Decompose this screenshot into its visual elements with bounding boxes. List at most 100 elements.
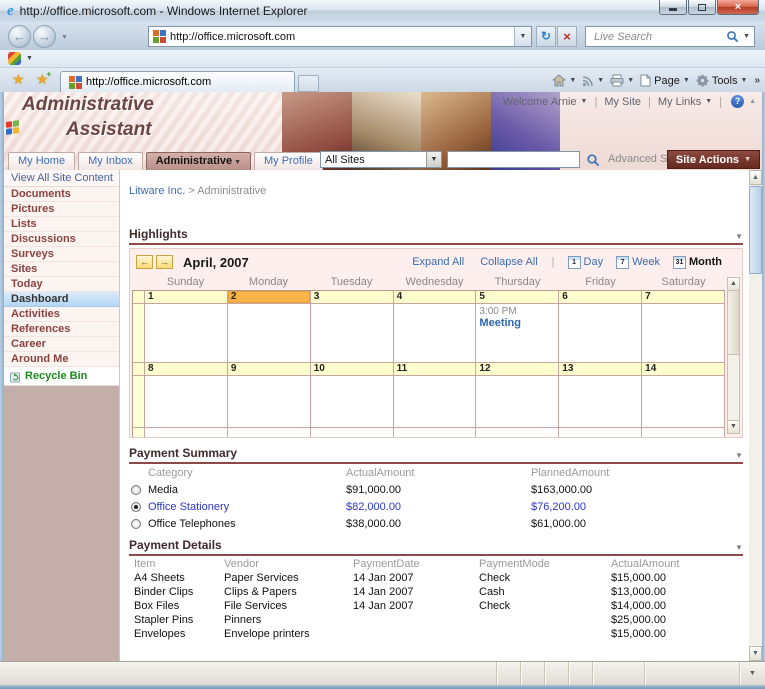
category-cell[interactable]: Office Stationery <box>148 501 346 513</box>
calendar-day-body-14[interactable] <box>642 376 725 428</box>
sidebar-item-around-me[interactable]: Around Me <box>4 352 119 367</box>
tab-administrative[interactable]: Administrative ▼ <box>146 152 251 170</box>
collapse-all-link[interactable]: Collapse All <box>480 256 537 268</box>
forward-button[interactable]: → <box>33 25 56 48</box>
calendar-day-12[interactable]: 12 <box>476 363 559 376</box>
tab-my-home[interactable]: My Home <box>8 152 75 170</box>
scope-dropdown-button[interactable]: ▼ <box>426 152 441 167</box>
help-icon[interactable]: ? <box>731 95 744 108</box>
site-actions-button[interactable]: Site Actions ▼ <box>667 150 760 169</box>
calendar-day-1[interactable]: 1 <box>145 291 228 304</box>
sidebar-item-documents[interactable]: Documents <box>4 187 119 202</box>
calendar-day-11[interactable]: 11 <box>394 363 477 376</box>
calendar-scrollbar-thumb[interactable] <box>728 291 739 355</box>
calendar-scrollbar[interactable]: ▲ ▼ <box>727 277 740 434</box>
sidebar-item-references[interactable]: References <box>4 322 119 337</box>
webpart-menu-icon[interactable]: ▼ <box>735 232 743 241</box>
calendar-day-body-3[interactable] <box>311 304 394 363</box>
my-links-menu[interactable]: My Links <box>658 96 701 108</box>
webpart-menu-icon[interactable]: ▼ <box>735 543 743 552</box>
calendar-day-body-5[interactable]: 3:00 PMMeeting <box>476 304 559 363</box>
home-dropdown[interactable]: ▼ <box>569 77 576 84</box>
sidebar-item-lists[interactable]: Lists <box>4 217 119 232</box>
site-search-box[interactable] <box>447 151 580 168</box>
refresh-button[interactable]: ↻ <box>536 26 556 47</box>
tools-menu-button[interactable]: Tools ▼ <box>693 71 751 91</box>
calendar-day-10[interactable]: 10 <box>311 363 394 376</box>
favorites-center-button[interactable]: ★ <box>12 71 25 88</box>
calendar-day-14[interactable]: 14 <box>642 363 725 376</box>
radio-media[interactable] <box>131 485 141 495</box>
calendar-day-body-10[interactable] <box>311 376 394 428</box>
calendar-day-2[interactable]: 2 <box>228 291 311 304</box>
live-search-box[interactable]: ▼ <box>585 26 755 47</box>
feeds-dropdown[interactable]: ▼ <box>597 77 604 84</box>
page-dropdown[interactable]: ▼ <box>683 77 690 84</box>
category-cell[interactable]: Media <box>148 484 346 496</box>
radio-office-stationery[interactable] <box>131 502 141 512</box>
my-site-link[interactable]: My Site <box>604 96 641 108</box>
links-toolbar-icon[interactable] <box>8 52 21 65</box>
view-all-site-content-link[interactable]: View All Site Content <box>4 170 119 187</box>
calendar-prev-button[interactable]: ← <box>136 255 153 269</box>
links-toolbar-dropdown[interactable]: ▼ <box>26 55 33 62</box>
calendar-day-body-2[interactable] <box>228 304 311 363</box>
view-week[interactable]: 7Week <box>616 256 660 269</box>
calendar-day-body-9[interactable] <box>228 376 311 428</box>
tab-my-inbox[interactable]: My Inbox <box>78 152 143 170</box>
sidebar-item-today[interactable]: Today <box>4 277 119 292</box>
calendar-day-body-12[interactable] <box>476 376 559 428</box>
page-scrollbar-thumb[interactable] <box>749 186 762 274</box>
expand-all-link[interactable]: Expand All <box>412 256 464 268</box>
page-menu-button[interactable]: Page ▼ <box>637 71 693 91</box>
live-search-input[interactable] <box>592 30 726 44</box>
sidebar-item-dashboard[interactable]: Dashboard <box>4 292 119 307</box>
stop-button[interactable]: × <box>557 26 577 47</box>
calendar-day-6[interactable]: 6 <box>559 291 642 304</box>
calendar-next-button[interactable]: → <box>156 255 173 269</box>
home-button[interactable]: ▼ <box>549 71 579 91</box>
recent-pages-dropdown[interactable]: ▼ <box>61 34 68 41</box>
calendar-day-body-7[interactable] <box>642 304 725 363</box>
recycle-bin-link[interactable]: Recycle Bin <box>4 367 119 386</box>
calendar-day-body-13[interactable] <box>559 376 642 428</box>
search-options-dropdown[interactable]: ▼ <box>743 33 750 40</box>
url-dropdown-button[interactable]: ▼ <box>514 27 531 46</box>
add-favorite-button[interactable]: ★+ <box>36 71 49 88</box>
calendar-day-5[interactable]: 5 <box>476 291 559 304</box>
view-day[interactable]: 1Day <box>568 256 604 269</box>
category-cell[interactable]: Office Telephones <box>148 518 346 530</box>
search-icon[interactable] <box>726 30 739 43</box>
minimize-button[interactable] <box>659 0 687 15</box>
browser-tab[interactable]: http://office.microsoft.com <box>60 71 295 92</box>
calendar-day-7[interactable]: 7 <box>642 291 725 304</box>
view-month[interactable]: 31Month <box>673 256 722 269</box>
calendar-day-body-1[interactable] <box>145 304 228 363</box>
calendar-day-body-4[interactable] <box>394 304 477 363</box>
breadcrumb-root-link[interactable]: Litware Inc. <box>129 185 185 197</box>
radio-office-telephones[interactable] <box>131 519 141 529</box>
url-field[interactable]: http://office.microsoft.com ▼ <box>148 26 532 47</box>
sidebar-item-surveys[interactable]: Surveys <box>4 247 119 262</box>
event-link[interactable]: Meeting <box>476 317 558 329</box>
calendar-day-body-11[interactable] <box>394 376 477 428</box>
sidebar-item-discussions[interactable]: Discussions <box>4 232 119 247</box>
scroll-up-icon[interactable]: ▲ <box>728 278 739 291</box>
new-tab-button[interactable] <box>298 75 319 92</box>
tab-my-profile[interactable]: My Profile <box>254 152 323 170</box>
calendar-day-3[interactable]: 3 <box>311 291 394 304</box>
tools-dropdown[interactable]: ▼ <box>741 77 748 84</box>
zoom-dropdown[interactable]: ▼ <box>739 662 765 685</box>
welcome-menu[interactable]: Welcome Arnie <box>503 96 577 108</box>
sidebar-item-career[interactable]: Career <box>4 337 119 352</box>
sidebar-item-sites[interactable]: Sites <box>4 262 119 277</box>
calendar-day-body-8[interactable] <box>145 376 228 428</box>
back-button[interactable]: ← <box>8 25 31 48</box>
calendar-day-8[interactable]: 8 <box>145 363 228 376</box>
scroll-down-icon[interactable]: ▼ <box>728 420 739 433</box>
search-scope-dropdown[interactable]: All Sites ▼ <box>320 151 442 168</box>
print-dropdown[interactable]: ▼ <box>627 77 634 84</box>
calendar-day-body-6[interactable] <box>559 304 642 363</box>
sidebar-item-activities[interactable]: Activities <box>4 307 119 322</box>
calendar-day-4[interactable]: 4 <box>394 291 477 304</box>
